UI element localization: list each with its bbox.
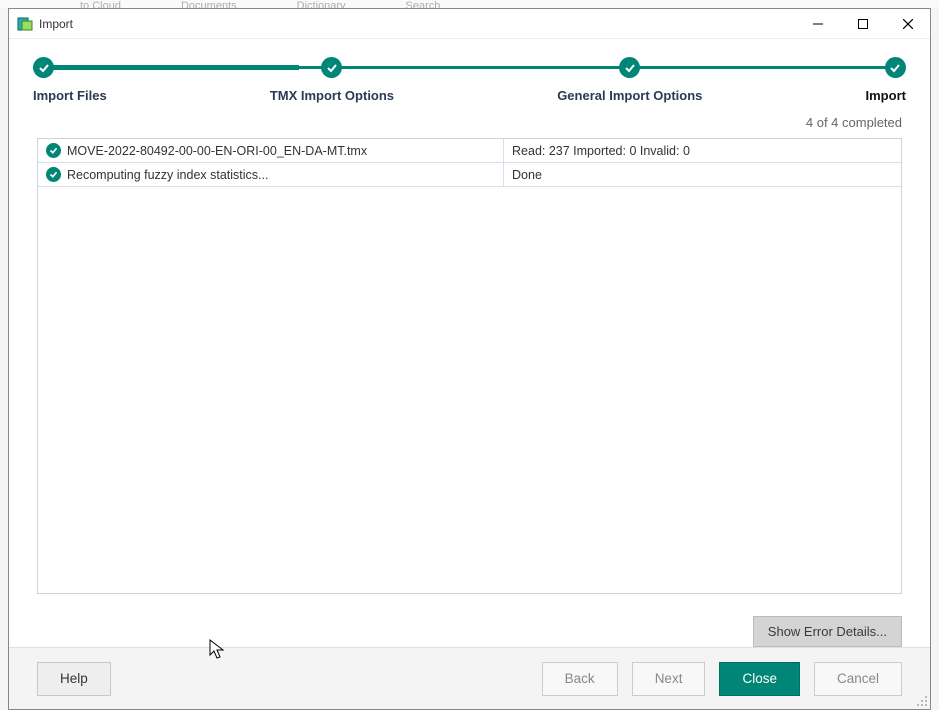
step-label: Import xyxy=(866,88,906,103)
progress-count: 4 of 4 completed xyxy=(9,115,930,138)
cancel-button: Cancel xyxy=(814,662,902,696)
step-label: TMX Import Options xyxy=(270,88,394,103)
row-name: MOVE-2022-80492-00-00-EN-ORI-00_EN-DA-MT… xyxy=(67,144,367,158)
check-icon xyxy=(619,57,640,78)
row-name: Recomputing fuzzy index statistics... xyxy=(67,168,268,182)
step-import: Import xyxy=(866,57,906,103)
row-status: Read: 237 Imported: 0 Invalid: 0 xyxy=(504,144,901,158)
help-button[interactable]: Help xyxy=(37,662,111,696)
success-icon xyxy=(46,167,61,182)
row-status: Done xyxy=(504,168,901,182)
dialog-footer: Help Back Next Close Cancel xyxy=(9,647,930,709)
background-menu-strip: to CloudDocumentsDictionarySearch xyxy=(0,0,939,8)
titlebar: Import xyxy=(9,9,930,39)
step-label: Import Files xyxy=(33,88,107,103)
app-icon xyxy=(17,16,33,32)
step-general-options: General Import Options xyxy=(557,57,702,103)
close-window-button[interactable] xyxy=(885,9,930,39)
table-row: Recomputing fuzzy index statistics... Do… xyxy=(38,163,901,187)
show-error-details-button[interactable]: Show Error Details... xyxy=(753,616,902,647)
next-button: Next xyxy=(632,662,706,696)
success-icon xyxy=(46,143,61,158)
step-label: General Import Options xyxy=(557,88,702,103)
back-button: Back xyxy=(542,662,618,696)
resize-grip-icon[interactable] xyxy=(914,693,928,707)
maximize-button[interactable] xyxy=(840,9,885,39)
step-import-files: Import Files xyxy=(33,57,107,103)
step-tmx-options: TMX Import Options xyxy=(270,57,394,103)
table-row: MOVE-2022-80492-00-00-EN-ORI-00_EN-DA-MT… xyxy=(38,139,901,163)
window-title: Import xyxy=(39,17,795,31)
check-icon xyxy=(885,57,906,78)
minimize-button[interactable] xyxy=(795,9,840,39)
check-icon xyxy=(321,57,342,78)
close-button[interactable]: Close xyxy=(719,662,800,696)
check-icon xyxy=(33,57,54,78)
wizard-stepper: Import Files TMX Import Options General … xyxy=(9,39,930,115)
import-dialog: Import Import Files TMX Import Options xyxy=(8,8,931,710)
results-grid: MOVE-2022-80492-00-00-EN-ORI-00_EN-DA-MT… xyxy=(37,138,902,594)
